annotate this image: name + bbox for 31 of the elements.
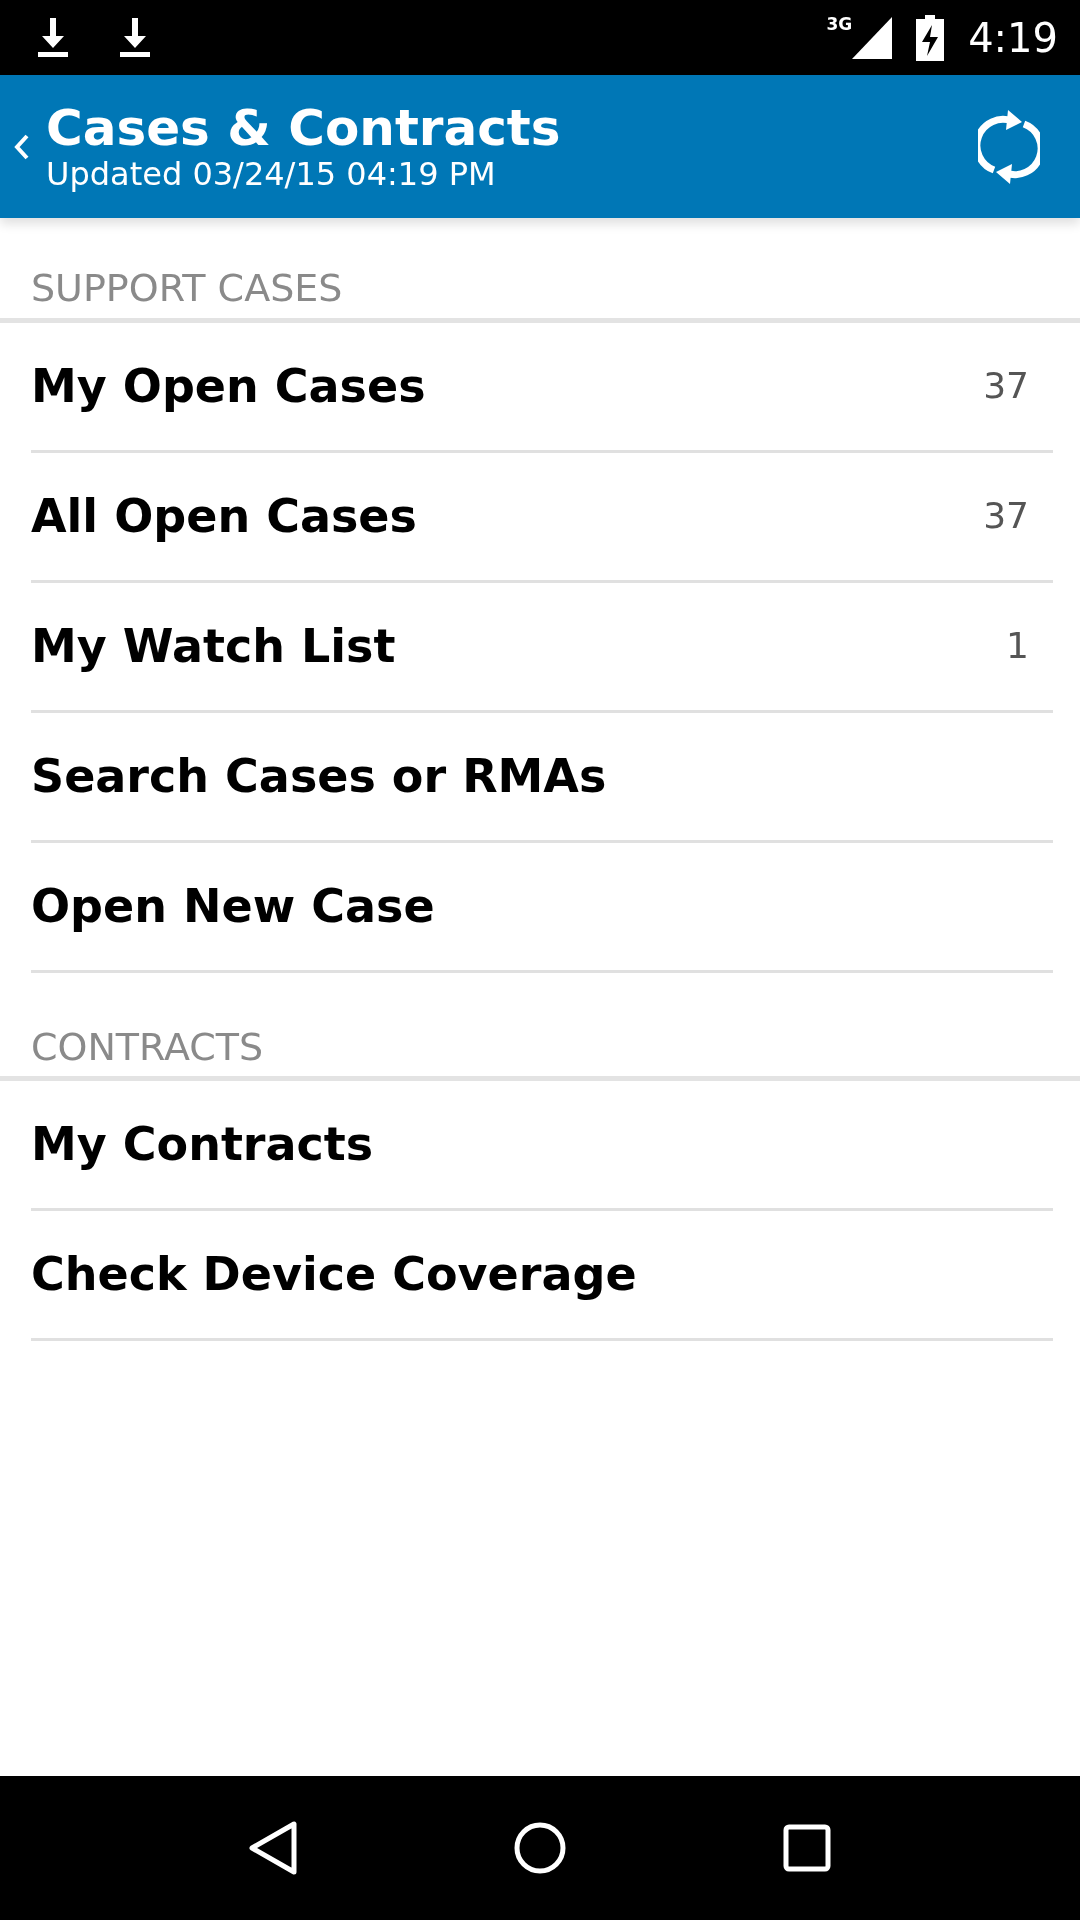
battery-charging-icon (916, 14, 945, 61)
section-header: CONTRACTS (0, 1000, 1080, 1082)
menu-item[interactable]: My Watch List 1 (31, 582, 1053, 713)
item-label: My Contracts (31, 1116, 374, 1174)
network-label: 3G (826, 16, 853, 33)
item-label: My Open Cases (31, 357, 426, 415)
menu-item[interactable]: Check Device Coverage (31, 1211, 1053, 1342)
section-header: SUPPORT CASES (0, 218, 1080, 323)
download-icon (36, 17, 70, 58)
home-icon[interactable] (513, 1821, 567, 1875)
menu-item[interactable]: My Contracts (31, 1081, 1053, 1212)
item-label: Open New Case (31, 877, 435, 935)
item-label: All Open Cases (31, 487, 417, 545)
updated-subtitle: Updated 03/24/15 04:19 PM (46, 155, 497, 193)
item-label: Check Device Coverage (31, 1246, 637, 1304)
item-count: 37 (983, 494, 1029, 539)
recents-icon[interactable] (782, 1823, 833, 1873)
screen-title: Cases & Contracts (46, 100, 561, 156)
status-time: 4:19 (968, 17, 1058, 58)
back-icon[interactable] (247, 1820, 298, 1876)
item-label: My Watch List (31, 617, 396, 675)
menu-item[interactable]: My Open Cases 37 (31, 322, 1053, 453)
download-icon (118, 17, 152, 58)
menu-item[interactable]: Open New Case (31, 842, 1053, 973)
menu-item[interactable]: Search Cases or RMAs (31, 712, 1053, 843)
item-count: 37 (983, 364, 1029, 409)
item-label: Search Cases or RMAs (31, 747, 607, 805)
menu-item[interactable]: All Open Cases 37 (31, 452, 1053, 583)
item-count: 1 (1006, 624, 1029, 669)
signal-icon (852, 16, 893, 59)
refresh-icon[interactable] (978, 107, 1040, 186)
